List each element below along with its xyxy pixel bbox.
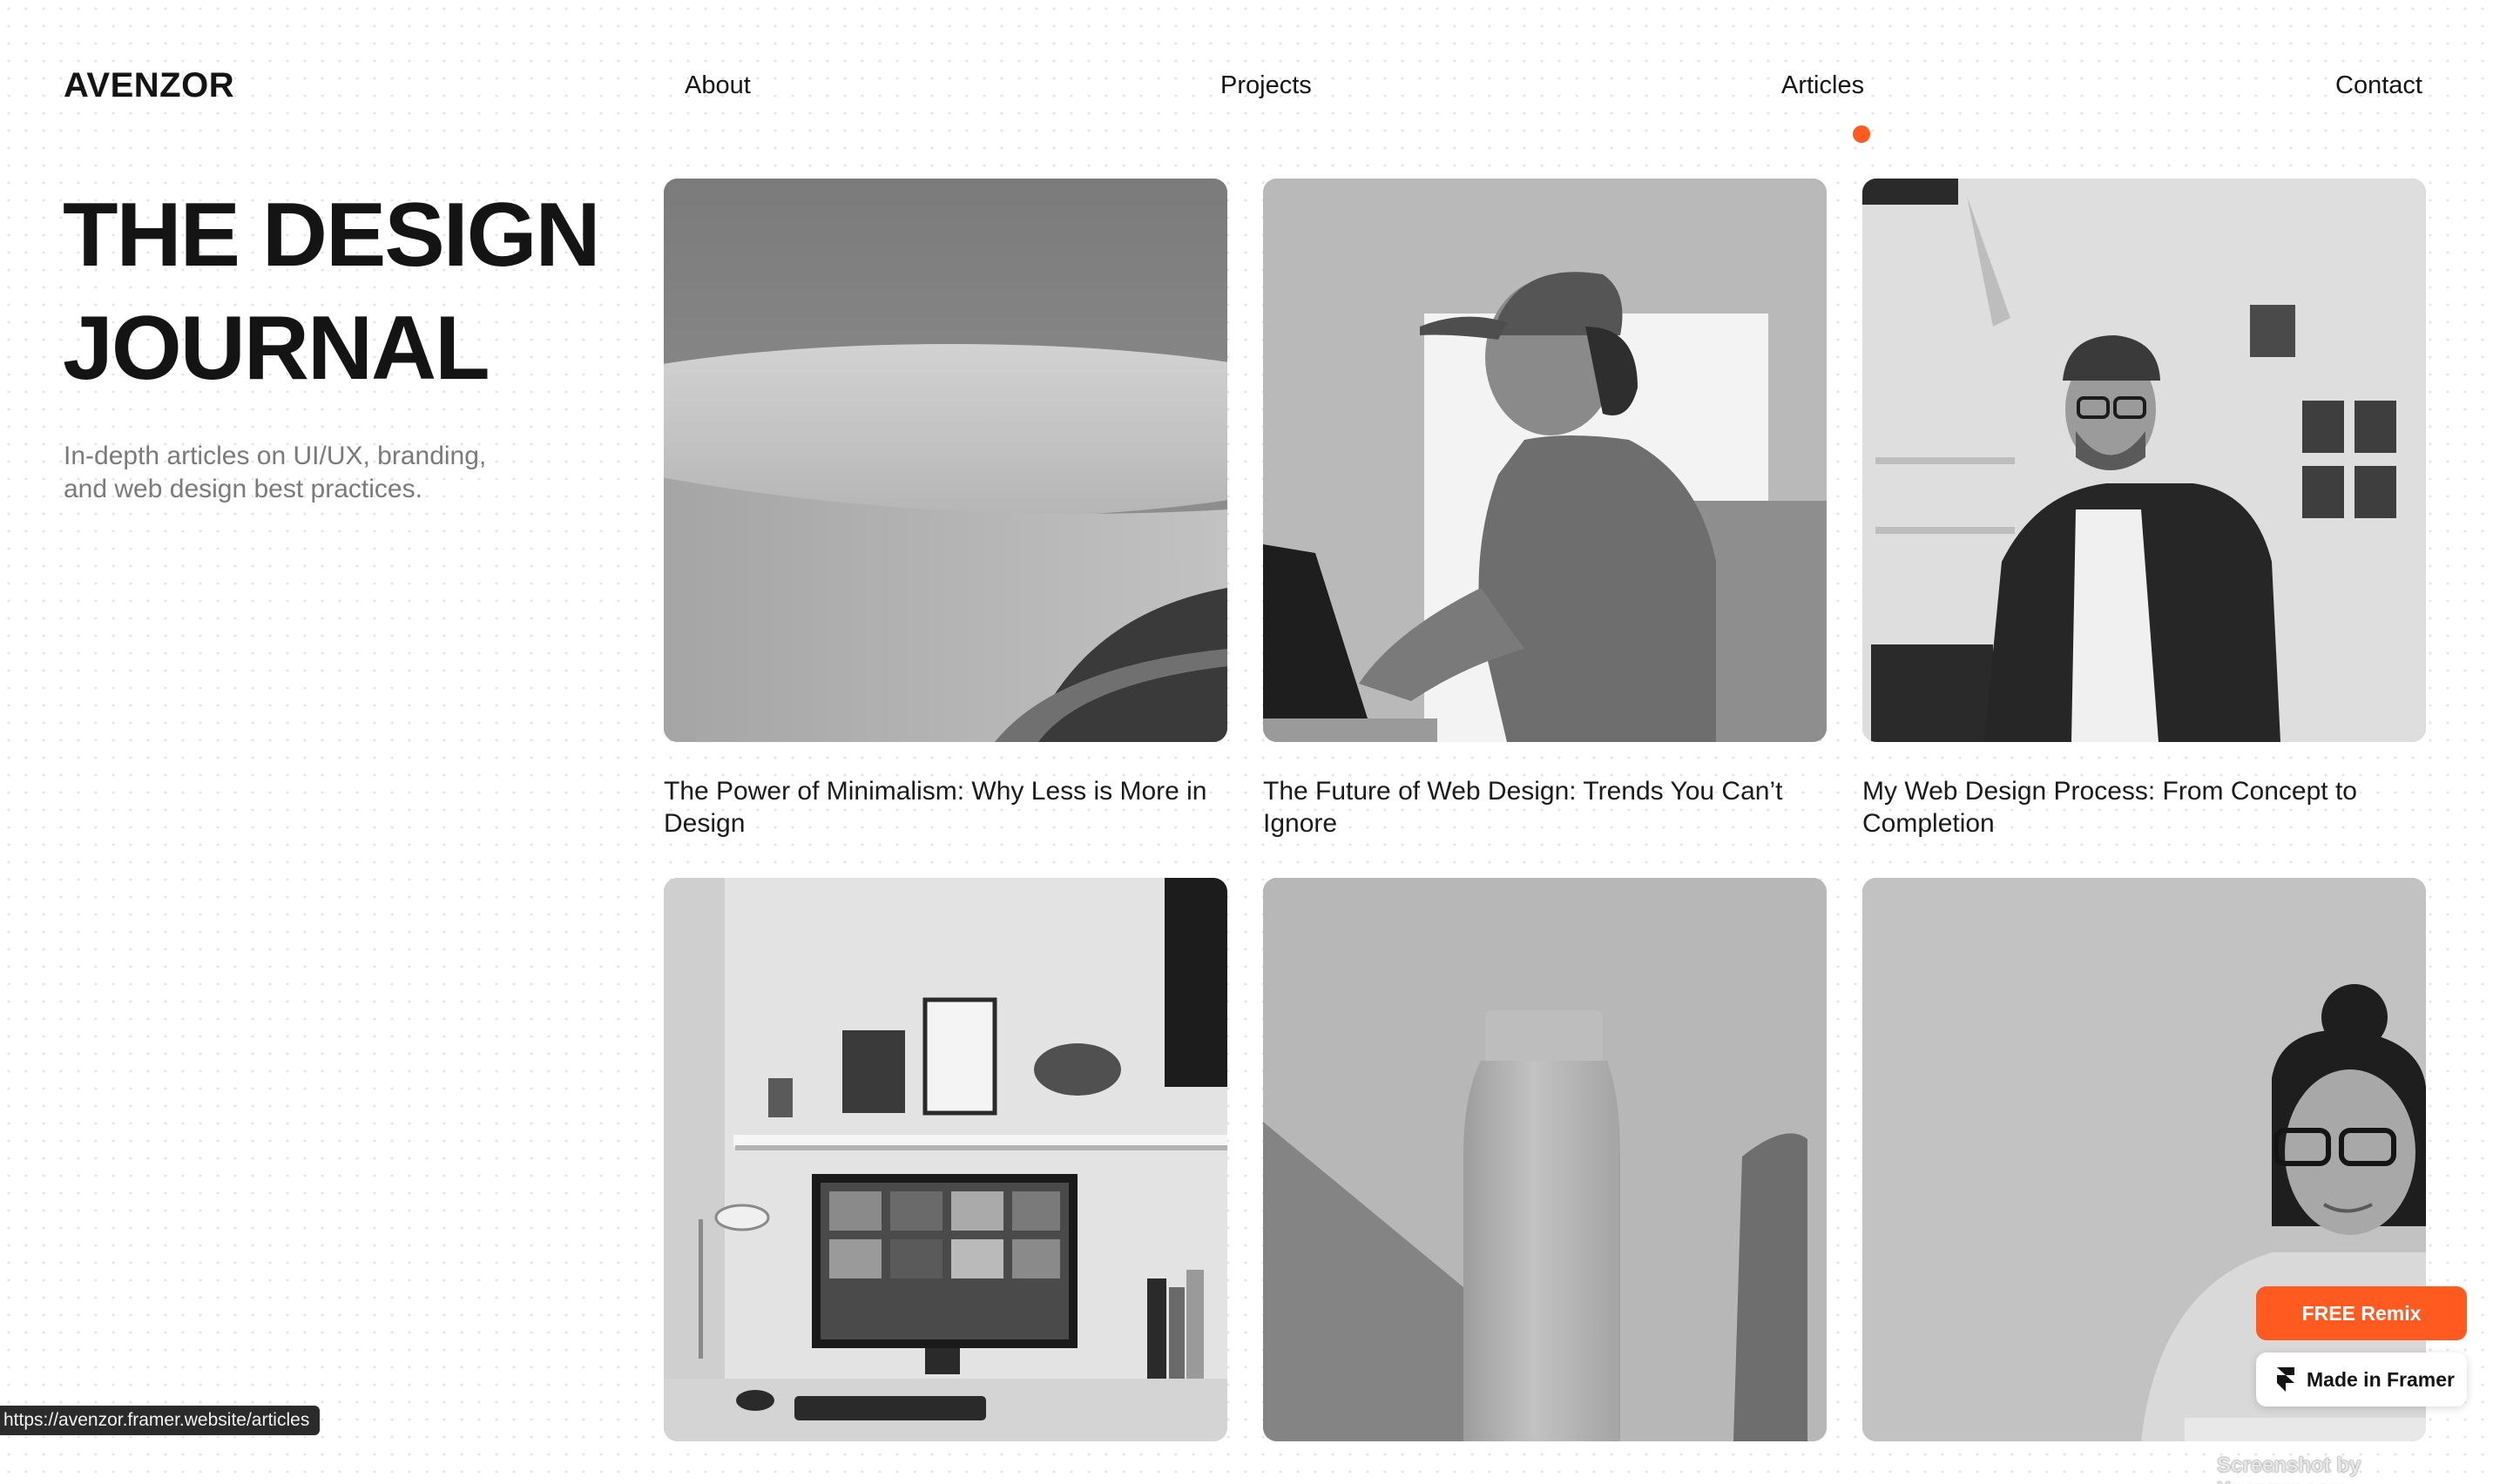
nav-about[interactable]: About [685, 71, 751, 100]
desk-setup-image[interactable] [664, 878, 1227, 1441]
article-title[interactable]: The Future of Web Design: Trends You Can… [1263, 775, 1821, 840]
free-remix-button[interactable]: FREE Remix [2256, 1286, 2467, 1340]
brand-logo[interactable]: AVENZOR [64, 66, 234, 105]
article-title[interactable]: The Power of Minimalism: Why Less is Mor… [664, 775, 1221, 840]
page-subtitle: In-depth articles on UI/UX, branding, an… [64, 442, 487, 503]
water-bottle-image[interactable] [1263, 878, 1827, 1441]
designer-at-laptop-image[interactable] [1263, 179, 1827, 742]
man-in-studio-image[interactable] [1862, 179, 2426, 742]
nav-projects[interactable]: Projects [1220, 71, 1312, 100]
made-in-framer-button[interactable]: Made in Framer [2256, 1352, 2467, 1406]
nav-articles[interactable]: Articles [1781, 71, 1864, 100]
page-title: THE DESIGN JOURNAL [63, 185, 601, 399]
link-preview-url: https://avenzor.framer.website/articles [0, 1406, 321, 1435]
page: AVENZOR About Projects Articles Contact … [0, 0, 2493, 1484]
active-nav-indicator [1853, 125, 1870, 143]
framer-logo-icon [2277, 1367, 2294, 1392]
round-table-image[interactable] [664, 179, 1227, 742]
made-in-framer-label: Made in Framer [2307, 1368, 2455, 1391]
screenshot-watermark: Screenshot by Xnapper.com [2217, 1454, 2361, 1484]
article-title[interactable]: My Web Design Process: From Concept to C… [1862, 775, 2420, 840]
nav-contact[interactable]: Contact [2335, 71, 2422, 100]
